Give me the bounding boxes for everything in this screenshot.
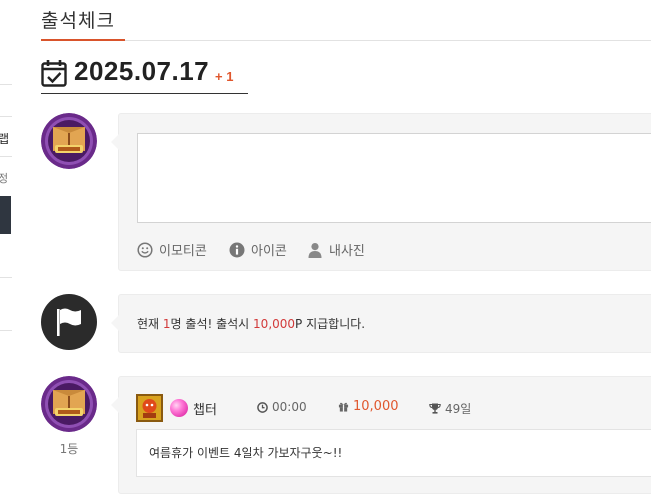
attendee-count: 1 <box>162 317 171 331</box>
attendance-date: 2025.07.17 <box>74 56 210 86</box>
sidebar-divider <box>0 277 12 278</box>
notice-prefix: 현재 <box>137 317 163 331</box>
earned-points: 10,000 <box>338 399 399 414</box>
avatar <box>41 113 97 169</box>
icon-button[interactable]: 아이콘 <box>229 240 287 259</box>
game-logo-avatar-icon <box>41 113 97 169</box>
gift-icon <box>338 402 349 412</box>
user-status-icon <box>170 399 188 417</box>
sidebar-item-2[interactable]: 정 <box>0 170 8 186</box>
attendance-time-value: 00:00 <box>272 400 307 414</box>
attendance-time: 00:00 <box>257 400 307 414</box>
nickname[interactable]: 챕터 <box>193 399 217 418</box>
notice-suffix: P 지급합니다. <box>295 317 366 331</box>
calendar-check-icon <box>41 60 67 87</box>
clock-icon <box>257 401 268 413</box>
trophy-icon <box>429 403 441 414</box>
flag-icon <box>57 308 81 336</box>
game-logo-avatar-icon <box>41 376 97 432</box>
notice-text: 현재 1명 출석! 출석시 10,000P 지급합니다. <box>137 315 365 332</box>
smile-icon <box>137 241 153 258</box>
sidebar-divider <box>0 116 12 117</box>
page-title: 출석체크 <box>41 10 115 32</box>
level-badge-icon <box>136 394 163 422</box>
sidebar-fragment: 랩 정 <box>0 0 12 503</box>
earned-points-value: 10,000 <box>353 399 399 414</box>
title-accent-bar <box>41 39 125 41</box>
sidebar-button[interactable] <box>0 196 11 234</box>
title-divider <box>41 40 651 41</box>
comment-textarea[interactable] <box>137 133 651 223</box>
info-icon <box>229 242 245 257</box>
sidebar-divider <box>0 156 12 157</box>
notice-middle: 명 출석! 출석시 <box>170 317 254 331</box>
date-header: 2025.07.17 + 1 <box>41 56 248 94</box>
notice-flag-badge <box>41 294 97 350</box>
notice-points: 10,000 <box>253 317 296 331</box>
entry-meta: 챕터 00:00 10,000 49일 <box>136 394 651 422</box>
entry-rank: 1등 <box>59 442 79 456</box>
comment-form: 이모티콘 아이콘 내사진 <box>111 113 651 271</box>
sidebar-divider <box>0 84 12 85</box>
entry-avatar <box>41 376 97 432</box>
attendance-entry: 챕터 00:00 10,000 49일 여름휴가 이벤트 4일차 가보자구웃~!… <box>111 376 651 494</box>
my-photo-label: 내사진 <box>329 244 365 259</box>
attendance-count-badge: + 1 <box>215 69 234 84</box>
entry-message: 여름휴가 이벤트 4일차 가보자구웃~!! <box>136 429 651 477</box>
attendance-days-value: 49일 <box>445 402 472 416</box>
attendance-days: 49일 <box>429 400 471 417</box>
icon-label: 아이콘 <box>251 244 287 259</box>
emoticon-button[interactable]: 이모티콘 <box>137 240 207 259</box>
emoticon-label: 이모티콘 <box>159 244 207 259</box>
my-photo-button[interactable]: 내사진 <box>307 240 365 259</box>
attendance-notice: 현재 1명 출석! 출석시 10,000P 지급합니다. <box>111 294 651 353</box>
sidebar-divider <box>0 330 12 331</box>
user-icon <box>308 242 322 258</box>
sidebar-item-1[interactable]: 랩 <box>0 130 9 147</box>
